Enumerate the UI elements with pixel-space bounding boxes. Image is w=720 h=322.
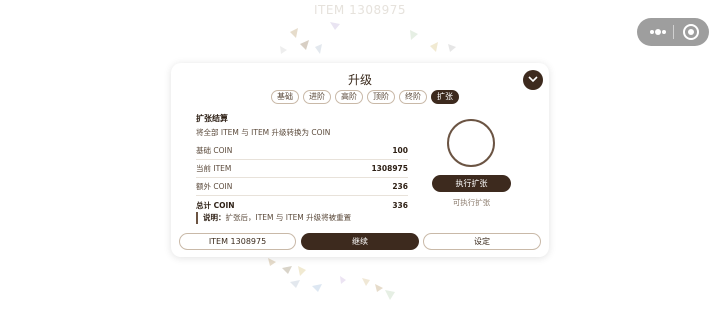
tab-top[interactable]: 顶阶 bbox=[367, 90, 395, 104]
item-button[interactable]: ITEM 1308975 bbox=[179, 233, 296, 250]
screen: ITEM 1308975 升级 基础 进阶 高阶 顶阶 终阶 扩张 扩张结算 将… bbox=[0, 0, 720, 322]
more-dots-icon[interactable] bbox=[646, 24, 670, 40]
row-value: 100 bbox=[392, 146, 408, 155]
note-text: 扩张后，ITEM 与 ITEM 升级将被重置 bbox=[225, 213, 352, 222]
tab-advanced[interactable]: 进阶 bbox=[303, 90, 331, 104]
row-label: 总计 COIN bbox=[196, 200, 235, 210]
note-label: 说明： bbox=[203, 213, 226, 222]
execute-hint: 可执行扩张 bbox=[452, 198, 491, 207]
continue-button[interactable]: 继续 bbox=[301, 233, 419, 250]
tab-basic[interactable]: 基础 bbox=[271, 90, 299, 104]
row-label: 额外 COIN bbox=[196, 182, 233, 191]
row-value: 336 bbox=[392, 200, 408, 210]
row-label: 基础 COIN bbox=[196, 146, 233, 155]
note: 说明：扩张后，ITEM 与 ITEM 升级将被重置 bbox=[196, 212, 408, 224]
upgrade-dialog: 升级 基础 进阶 高阶 顶阶 终阶 扩张 扩张结算 将全部 ITEM 与 ITE… bbox=[171, 63, 549, 257]
tab-final[interactable]: 终阶 bbox=[399, 90, 427, 104]
tab-high[interactable]: 高阶 bbox=[335, 90, 363, 104]
settlement-rows: 基础 COIN 100 当前 ITEM 1308975 额外 COIN 236 … bbox=[196, 142, 408, 214]
row-extra-coin: 额外 COIN 236 bbox=[196, 178, 408, 196]
capsule-divider bbox=[673, 25, 674, 39]
settings-button[interactable]: 设定 bbox=[423, 233, 541, 250]
row-base-coin: 基础 COIN 100 bbox=[196, 142, 408, 160]
tier-tabs: 基础 进阶 高阶 顶阶 终阶 扩张 bbox=[271, 90, 459, 104]
section-title: 扩张结算 bbox=[196, 114, 228, 123]
target-close-icon[interactable] bbox=[683, 24, 699, 40]
collapse-button[interactable] bbox=[523, 70, 543, 90]
mini-program-capsule bbox=[637, 18, 709, 46]
row-label: 当前 ITEM bbox=[196, 164, 232, 173]
tab-expand[interactable]: 扩张 bbox=[431, 90, 459, 104]
dialog-title: 升级 bbox=[347, 73, 372, 87]
row-current-item: 当前 ITEM 1308975 bbox=[196, 160, 408, 178]
row-value: 236 bbox=[392, 182, 408, 191]
row-value: 1308975 bbox=[371, 164, 408, 173]
expand-ring-icon bbox=[447, 119, 495, 167]
chevron-down-icon bbox=[528, 76, 538, 83]
section-description: 将全部 ITEM 与 ITEM 升级转换为 COIN bbox=[196, 128, 331, 137]
execute-expand-button[interactable]: 执行扩张 bbox=[432, 175, 511, 192]
